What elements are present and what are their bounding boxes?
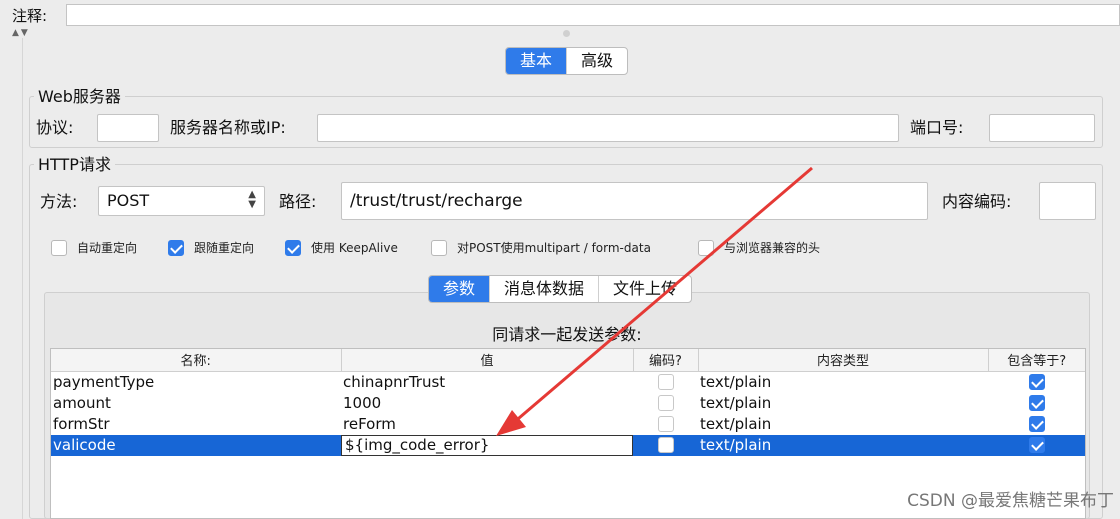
watermark-text: CSDN @最爱焦糖芒果布丁 — [907, 491, 1114, 511]
annotation-arrow — [496, 166, 813, 436]
